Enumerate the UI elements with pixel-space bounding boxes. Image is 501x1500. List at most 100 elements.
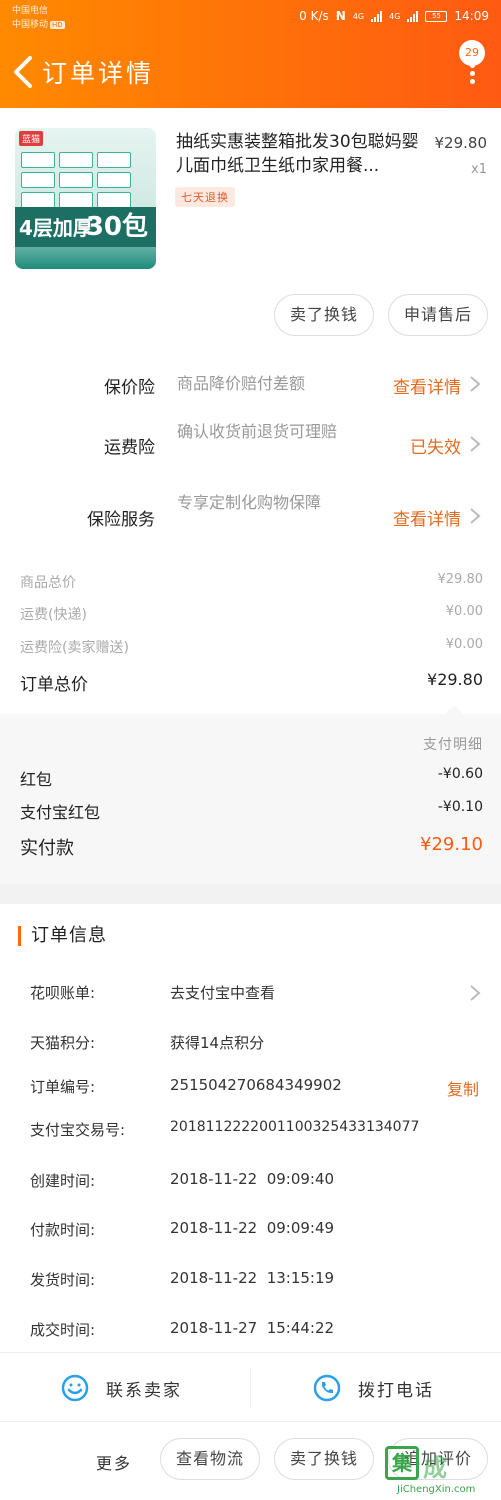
- back-button[interactable]: [6, 52, 40, 92]
- huabei-row[interactable]: 花呗账单: 去支付宝中查看: [0, 982, 501, 1008]
- insurance-label: 保险服务: [87, 510, 155, 530]
- more-menu-button[interactable]: [465, 60, 479, 90]
- carrier-label-2: 中国移动 HD: [12, 20, 65, 30]
- status-bar: 中国电信 中国移动 HD 0 K/s N 4G 4G 55 14:09: [0, 0, 501, 36]
- call-button[interactable]: 拨打电话: [312, 1353, 434, 1423]
- shipping-row: 运费(快递) ¥0.00: [0, 604, 501, 628]
- red-packet-label: 红包: [20, 770, 53, 789]
- view-details-link[interactable]: 查看详情: [393, 505, 461, 530]
- product-name[interactable]: 抽纸实惠装整箱批发30包聪妈婴儿面巾纸卫生纸巾家用餐...: [176, 130, 431, 178]
- order-info-section: 订单信息 花呗账单: 去支付宝中查看 天猫积分: 获得14点积分 订单编号: 2…: [0, 904, 501, 1352]
- signal-2-label: 4G: [389, 11, 401, 21]
- resell-bottom-button[interactable]: 卖了换钱: [274, 1438, 374, 1480]
- brand-logo: 蓝猫: [19, 131, 44, 146]
- shipping-value: ¥0.00: [445, 604, 483, 619]
- resell-button[interactable]: 卖了换钱: [274, 294, 374, 336]
- huabei-value[interactable]: 去支付宝中查看: [170, 982, 275, 1003]
- shipping-insurance-label: 运费险(卖家赠送): [20, 640, 129, 656]
- call-label: 拨打电话: [358, 1380, 434, 1401]
- insurance-label: 运费险: [104, 438, 155, 458]
- paid-time-label: 付款时间:: [30, 1221, 96, 1239]
- carrier-label: 中国电信: [12, 6, 49, 16]
- insurance-desc: 确认收货前退货可理赔: [177, 422, 338, 441]
- shipped-time-value: 2018-11-22 13:15:19: [170, 1269, 335, 1287]
- alipay-trade-value: 2018112222001100325433134077: [170, 1119, 420, 1135]
- battery-icon: 55: [425, 10, 448, 22]
- after-sale-button[interactable]: 申请售后: [388, 294, 488, 336]
- order-number-row: 订单编号: 251504270684349902 复制: [0, 1076, 501, 1102]
- signal-icon: [371, 10, 383, 22]
- paid-time-row: 付款时间: 2018-11-22 09:09:49: [0, 1219, 501, 1245]
- contact-seller-button[interactable]: 联系卖家: [60, 1353, 182, 1423]
- network-speed: 0 K/s: [299, 9, 329, 23]
- contact-bar: 联系卖家 拨打电话: [0, 1352, 501, 1422]
- product-actions: 卖了换钱 申请售后: [0, 283, 501, 345]
- watermark-logo: 集 成 JiChengXin.com: [385, 1442, 497, 1498]
- completed-time-label: 成交时间:: [30, 1321, 96, 1339]
- status-indicators: 0 K/s N 4G 4G 55 14:09: [299, 9, 489, 23]
- created-time-label: 创建时间:: [30, 1172, 96, 1190]
- divider: [250, 1369, 251, 1407]
- order-number-value: 251504270684349902: [170, 1076, 342, 1094]
- paid-amount-label: 实付款: [20, 838, 74, 859]
- completed-time-row: 成交时间: 2018-11-27 15:44:22: [0, 1319, 501, 1345]
- signal-1-label: 4G: [352, 11, 365, 21]
- alipay-red-packet-label: 支付宝红包: [20, 803, 101, 822]
- alipay-red-packet-value: -¥0.10: [437, 799, 483, 815]
- created-time-row: 创建时间: 2018-11-22 09:09:40: [0, 1170, 501, 1196]
- page-title: 订单详情: [42, 59, 155, 88]
- paid-time-value: 2018-11-22 09:09:49: [170, 1219, 335, 1237]
- shipped-time-row: 发货时间: 2018-11-22 13:15:19: [0, 1269, 501, 1295]
- huabei-label: 花呗账单:: [30, 984, 96, 1002]
- order-total-row: 订单总价 ¥29.80: [0, 670, 501, 695]
- app-header: 中国电信 中国移动 HD 0 K/s N 4G 4G 55 14:09 订单详情 …: [0, 0, 501, 108]
- alipay-trade-label: 支付宝交易号:: [30, 1121, 126, 1139]
- insurance-desc: 商品降价赔付差额: [177, 374, 306, 393]
- nfc-icon: N: [335, 9, 346, 23]
- phone-icon: [313, 1374, 341, 1402]
- product-quantity: x1: [471, 162, 487, 177]
- product-image[interactable]: 蓝猫 4层加厚 30包: [15, 128, 156, 269]
- price-summary: 商品总价 ¥29.80 运费(快递) ¥0.00 运费险(卖家赠送) ¥0.00…: [0, 560, 501, 714]
- copy-order-number-button[interactable]: 复制: [447, 1076, 479, 1100]
- view-details-link[interactable]: 查看详情: [393, 373, 461, 398]
- view-logistics-button[interactable]: 查看物流: [160, 1438, 260, 1480]
- red-packet-value: -¥0.60: [437, 766, 483, 782]
- watermark-text: 成: [423, 1454, 447, 1482]
- insurance-section: 保价险 商品降价赔付差额 查看详情 运费险 确认收货前退货可理赔 已失效 保险服…: [0, 345, 501, 560]
- hd-badge: HD: [50, 21, 65, 29]
- watermark-url: JiChengXin.com: [397, 1484, 476, 1495]
- alipay-trade-row: 支付宝交易号: 2018112222001100325433134077: [0, 1119, 501, 1145]
- product-price: ¥29.80: [434, 134, 488, 152]
- collapse-caret-icon: [445, 705, 463, 714]
- shipped-time-label: 发货时间:: [30, 1271, 96, 1289]
- points-value: 获得14点积分: [170, 1034, 265, 1052]
- more-button[interactable]: 更多: [96, 1450, 132, 1474]
- insurance-label: 保价险: [104, 378, 155, 398]
- expired-status[interactable]: 已失效: [410, 433, 461, 458]
- signal-icon-2: [407, 10, 419, 22]
- created-time-value: 2018-11-22 09:09:40: [170, 1170, 335, 1188]
- chat-smile-icon: [61, 1374, 89, 1402]
- paid-amount-value: ¥29.10: [420, 834, 483, 855]
- chevron-right-icon: [469, 984, 481, 1002]
- shipping-label: 运费(快递): [20, 607, 87, 623]
- shipping-insurance-value: ¥0.00: [445, 637, 483, 652]
- order-number-label: 订单编号:: [30, 1078, 96, 1096]
- chevron-left-icon: [14, 56, 32, 88]
- goods-total-row: 商品总价 ¥29.80: [0, 572, 501, 596]
- completed-time-value: 2018-11-27 15:44:22: [170, 1319, 335, 1337]
- shipping-insurance-row: 运费险(卖家赠送) ¥0.00: [0, 637, 501, 661]
- image-text-layers: 4层加厚: [19, 216, 93, 240]
- payment-details-toggle[interactable]: 支付明细: [423, 734, 483, 754]
- contact-seller-label: 联系卖家: [106, 1380, 182, 1401]
- payment-details: 支付明细 红包 -¥0.60 支付宝红包 -¥0.10 实付款 ¥29.10: [0, 705, 501, 884]
- return-policy-tag: 七天退换: [175, 187, 235, 207]
- order-info-heading: 订单信息: [18, 926, 107, 946]
- goods-total-label: 商品总价: [20, 575, 76, 591]
- order-total-value: ¥29.80: [427, 670, 483, 689]
- points-label: 天猫积分:: [30, 1034, 96, 1052]
- order-total-label: 订单总价: [20, 675, 88, 695]
- chevron-right-icon: [469, 507, 481, 525]
- points-row: 天猫积分: 获得14点积分: [0, 1032, 501, 1058]
